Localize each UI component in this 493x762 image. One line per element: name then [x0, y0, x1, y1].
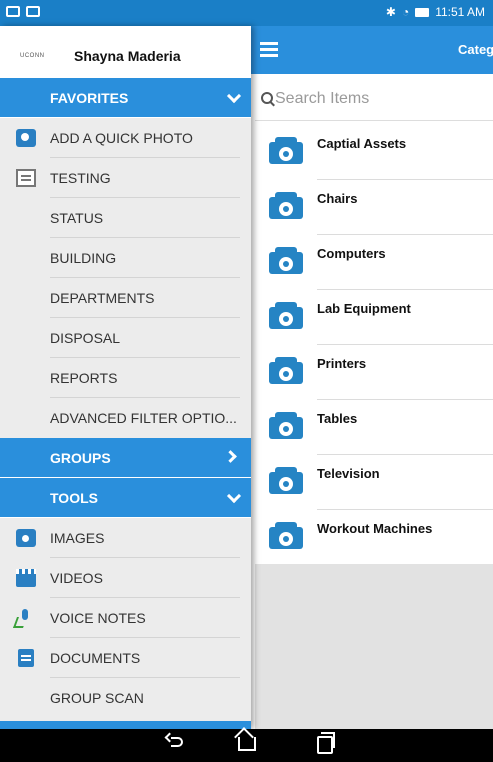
drawer-item-label: VIDEOS [50, 570, 240, 598]
page-title: Categ [458, 42, 493, 57]
section-tools[interactable]: TOOLS [0, 478, 251, 518]
drawer-item-label: DOCUMENTS [50, 650, 240, 678]
chevron-down-icon [226, 88, 242, 104]
drawer-item-label: IMAGES [50, 530, 240, 558]
camera-icon [269, 355, 303, 385]
category-label: Tables [317, 411, 358, 426]
hamburger-menu-icon[interactable] [260, 42, 278, 60]
drawer-item-testing[interactable]: TESTING [0, 158, 251, 198]
camera-icon [269, 135, 303, 165]
drawer-item-label: VOICE NOTES [50, 610, 240, 638]
category-label: Computers [317, 246, 386, 261]
images-icon [16, 529, 36, 547]
camera-icon [269, 465, 303, 495]
mail-icon [26, 6, 40, 17]
drawer-item-label: DEPARTMENTS [50, 290, 240, 318]
camera-icon [269, 410, 303, 440]
drawer-item-disposal[interactable]: DISPOSAL [0, 318, 251, 358]
category-row[interactable]: Printers [269, 345, 493, 400]
camera-photo-icon [16, 129, 36, 147]
drawer-item-documents[interactable]: DOCUMENTS [0, 638, 251, 678]
category-label: Lab Equipment [317, 301, 411, 316]
drawer-item-label: GROUP SCAN [50, 690, 144, 706]
bluetooth-icon: ✱ [385, 5, 396, 19]
home-icon[interactable] [238, 737, 256, 751]
status-time: 11:51 AM [435, 5, 485, 19]
user-name: Shayna Maderia [74, 48, 181, 64]
drawer-item-add-quick-photo[interactable]: ADD A QUICK PHOTO [0, 118, 251, 158]
category-row[interactable]: Chairs [269, 180, 493, 235]
drawer-item-label: BUILDING [50, 250, 240, 278]
section-label: FAVORITES [50, 90, 129, 106]
navigation-drawer: UCONN Shayna Maderia FAVORITES ADD A QUI… [0, 26, 251, 729]
category-label: Printers [317, 356, 367, 371]
status-bar: ✱ ◔ 11:51 AM [0, 0, 493, 26]
category-list-panel: Captial Assets Chairs Computers Lab Equi… [255, 125, 493, 564]
chevron-down-icon [226, 488, 242, 504]
category-label: Captial Assets [317, 136, 407, 151]
camera-icon [269, 520, 303, 550]
search-placeholder: Search Items [275, 90, 370, 107]
drawer-item-building[interactable]: BUILDING [0, 238, 251, 278]
drawer-bottom-bar [0, 721, 251, 729]
test-report-icon [16, 169, 36, 187]
category-row[interactable]: Tables [269, 400, 493, 455]
category-list: Captial Assets Chairs Computers Lab Equi… [255, 125, 493, 729]
category-label: Workout Machines [317, 521, 433, 536]
category-row[interactable]: Lab Equipment [269, 290, 493, 345]
back-icon[interactable] [171, 737, 183, 747]
drawer-item-departments[interactable]: DEPARTMENTS [0, 278, 251, 318]
recent-apps-icon[interactable] [317, 732, 335, 754]
search-input[interactable]: Search Items [255, 78, 493, 121]
logo: UCONN [20, 53, 45, 59]
battery-icon [415, 7, 430, 17]
wifi-icon: ◔ [401, 5, 410, 19]
category-row[interactable]: Workout Machines [269, 510, 493, 564]
search-icon [261, 92, 273, 104]
drawer-item-reports[interactable]: REPORTS [0, 358, 251, 398]
camera-icon [269, 245, 303, 275]
camera-icon [269, 190, 303, 220]
drawer-item-label: TESTING [50, 170, 240, 198]
section-label: TOOLS [50, 490, 98, 506]
drawer-item-videos[interactable]: VIDEOS [0, 558, 251, 598]
system-nav-bar [0, 729, 493, 762]
document-icon [18, 649, 34, 667]
drawer-item-label: STATUS [50, 210, 240, 238]
drawer-item-advanced-filter[interactable]: ADVANCED FILTER OPTIO... [0, 398, 251, 438]
drawer-item-voice-notes[interactable]: VOICE NOTES [0, 598, 251, 638]
drawer-item-label: DISPOSAL [50, 330, 240, 358]
category-row[interactable]: Captial Assets [269, 125, 493, 180]
category-label: Chairs [317, 191, 358, 206]
drawer-item-label: ADVANCED FILTER OPTIO... [50, 410, 237, 426]
drawer-item-group-scan[interactable]: GROUP SCAN [0, 678, 251, 718]
section-favorites[interactable]: FAVORITES [0, 78, 251, 118]
category-row[interactable]: Computers [269, 235, 493, 290]
section-groups[interactable]: GROUPS [0, 438, 251, 478]
drawer-item-label: ADD A QUICK PHOTO [50, 130, 240, 158]
drawer-item-status[interactable]: STATUS [0, 198, 251, 238]
camera-icon [269, 300, 303, 330]
section-label: GROUPS [50, 450, 111, 466]
category-row[interactable]: Television [269, 455, 493, 510]
notification-icon [6, 6, 20, 17]
chevron-right-icon [224, 450, 237, 463]
drawer-header: UCONN Shayna Maderia [0, 26, 251, 78]
microphone-icon [20, 609, 30, 627]
video-clapper-icon [16, 569, 36, 587]
drawer-item-images[interactable]: IMAGES [0, 518, 251, 558]
app-bar: Categ [250, 26, 493, 74]
drawer-item-label: REPORTS [50, 370, 240, 398]
category-label: Television [317, 466, 380, 481]
